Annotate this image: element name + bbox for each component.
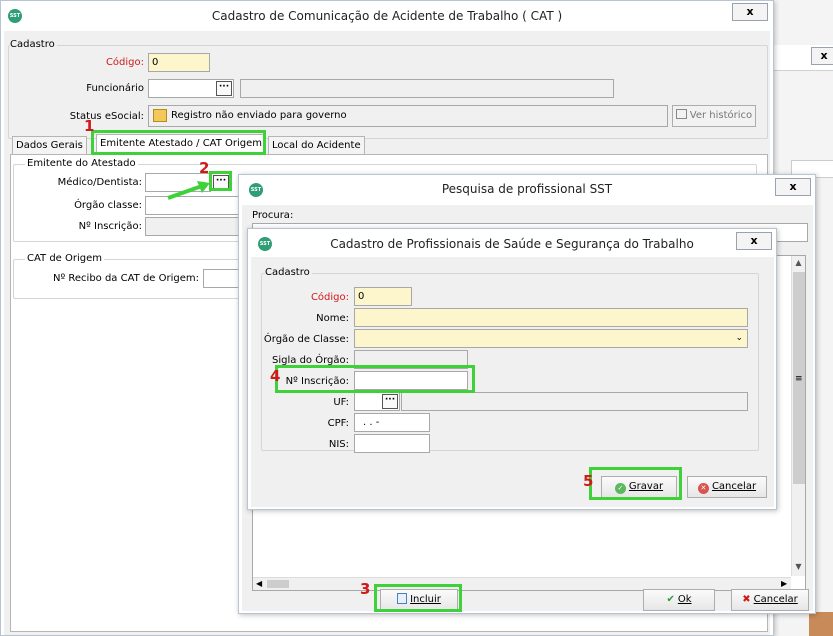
scroll-right-icon[interactable]: ▶ [781, 579, 787, 588]
profissional-close-button[interactable]: x [736, 232, 772, 250]
highlight-gravar [589, 467, 682, 500]
status-esocial-icon [153, 109, 167, 122]
funcionario-lookup-button[interactable]: ··· [216, 81, 232, 96]
annotation-4: 4 [270, 367, 281, 385]
uf-name-field [401, 392, 748, 411]
ver-historico-button[interactable]: Ver histórico [672, 105, 756, 127]
check-icon: ✔ [666, 594, 675, 605]
ok-label: Ok [677, 594, 692, 605]
nis-field[interactable] [354, 434, 430, 453]
ok-button[interactable]: ✔ Ok [643, 589, 715, 611]
tab-local-acidente[interactable]: Local do Acidente [268, 136, 365, 155]
ver-historico-label: Ver histórico [689, 110, 753, 121]
highlight-incluir [374, 584, 462, 612]
codigo-label: Código: [105, 57, 144, 68]
cpf-label: CPF: [327, 418, 349, 429]
status-esocial-text: Registro não enviado para governo [171, 110, 347, 121]
nome-field[interactable] [354, 308, 748, 327]
scroll-grip-icon: ≡ [795, 374, 803, 384]
nome-label: Nome: [316, 313, 349, 324]
hscroll-thumb[interactable] [267, 580, 289, 588]
arrow-icon [167, 181, 210, 200]
uf-label: UF: [333, 397, 349, 408]
scroll-left-icon[interactable]: ◀ [256, 579, 262, 588]
profissional-title: Cadastro de Profissionais de Saúde e Seg… [330, 237, 694, 251]
annotation-2: 2 [199, 159, 210, 177]
recibo-cat-label: Nº Recibo da CAT de Origem: [53, 273, 199, 284]
pesquisa-title: Pesquisa de profissional SST [441, 182, 613, 196]
prof-codigo-field[interactable]: 0 [354, 287, 412, 306]
orgao-de-classe-select[interactable]: ⌄ [354, 329, 748, 348]
uf-lookup-button[interactable]: ··· [382, 394, 398, 409]
nis-label: NIS: [328, 439, 349, 450]
inscricao-field [145, 217, 245, 236]
cat-window-title: Cadastro de Comunicação de Acidente de T… [211, 9, 563, 23]
scroll-down-icon[interactable]: ▼ [792, 560, 805, 574]
procura-label: Procura: [252, 210, 294, 221]
prof-cancelar-button[interactable]: ✕ Cancelar [687, 476, 767, 498]
annotation-1: 1 [84, 117, 95, 135]
prof-cancelar-label: Cancelar [711, 481, 757, 492]
funcionario-label: Funcionário [86, 83, 144, 94]
cat-titlebar: SST Cadastro de Comunicação de Acidente … [1, 1, 773, 31]
prof-codigo-label: Código: [310, 292, 349, 303]
x-icon: ✖ [742, 594, 751, 605]
background-close-button[interactable]: x [811, 47, 833, 65]
results-scrollbar[interactable]: ▲ ≡ ▼ [791, 256, 805, 576]
chevron-down-icon: ⌄ [735, 333, 743, 343]
annotation-3: 3 [360, 580, 371, 598]
scroll-up-icon[interactable]: ▲ [792, 256, 805, 270]
x-circle-icon: ✕ [697, 483, 709, 494]
background-image-strip [809, 612, 833, 636]
pesquisa-close-button[interactable]: x [775, 178, 811, 196]
cat-origem-legend: CAT de Origem [25, 253, 105, 264]
inscricao-label: Nº Inscrição: [78, 221, 142, 232]
orgao-de-classe-label: Órgão de Classe: [263, 334, 349, 345]
annotation-5: 5 [583, 472, 594, 490]
orgao-classe-label: Órgão classe: [74, 200, 142, 211]
funcionario-name-field [240, 79, 614, 98]
pesquisa-titlebar: SST Pesquisa de profissional SST x [239, 175, 815, 205]
cancelar-label: Cancelar [753, 594, 798, 605]
highlight-medico-lookup [209, 171, 232, 191]
cat-close-button[interactable]: x [732, 3, 768, 21]
codigo-field[interactable]: 0 [148, 53, 210, 72]
medico-label: Médico/Dentista: [57, 177, 142, 188]
status-esocial-field: Registro não enviado para governo [148, 105, 668, 127]
highlight-inscricao [275, 365, 475, 393]
cancelar-button[interactable]: ✖ Cancelar [731, 589, 809, 611]
document-icon [675, 109, 687, 119]
highlight-tab-emitente [91, 130, 266, 155]
profissional-cadastro-legend: Cadastro [265, 267, 312, 278]
tab-dados-gerais[interactable]: Dados Gerais [12, 136, 87, 155]
cpf-field[interactable]: . . - [354, 413, 430, 432]
emitente-legend: Emitente do Atestado [25, 158, 138, 169]
profissional-titlebar: SST Cadastro de Profissionais de Saúde e… [248, 229, 776, 257]
cadastro-legend: Cadastro [10, 39, 57, 50]
